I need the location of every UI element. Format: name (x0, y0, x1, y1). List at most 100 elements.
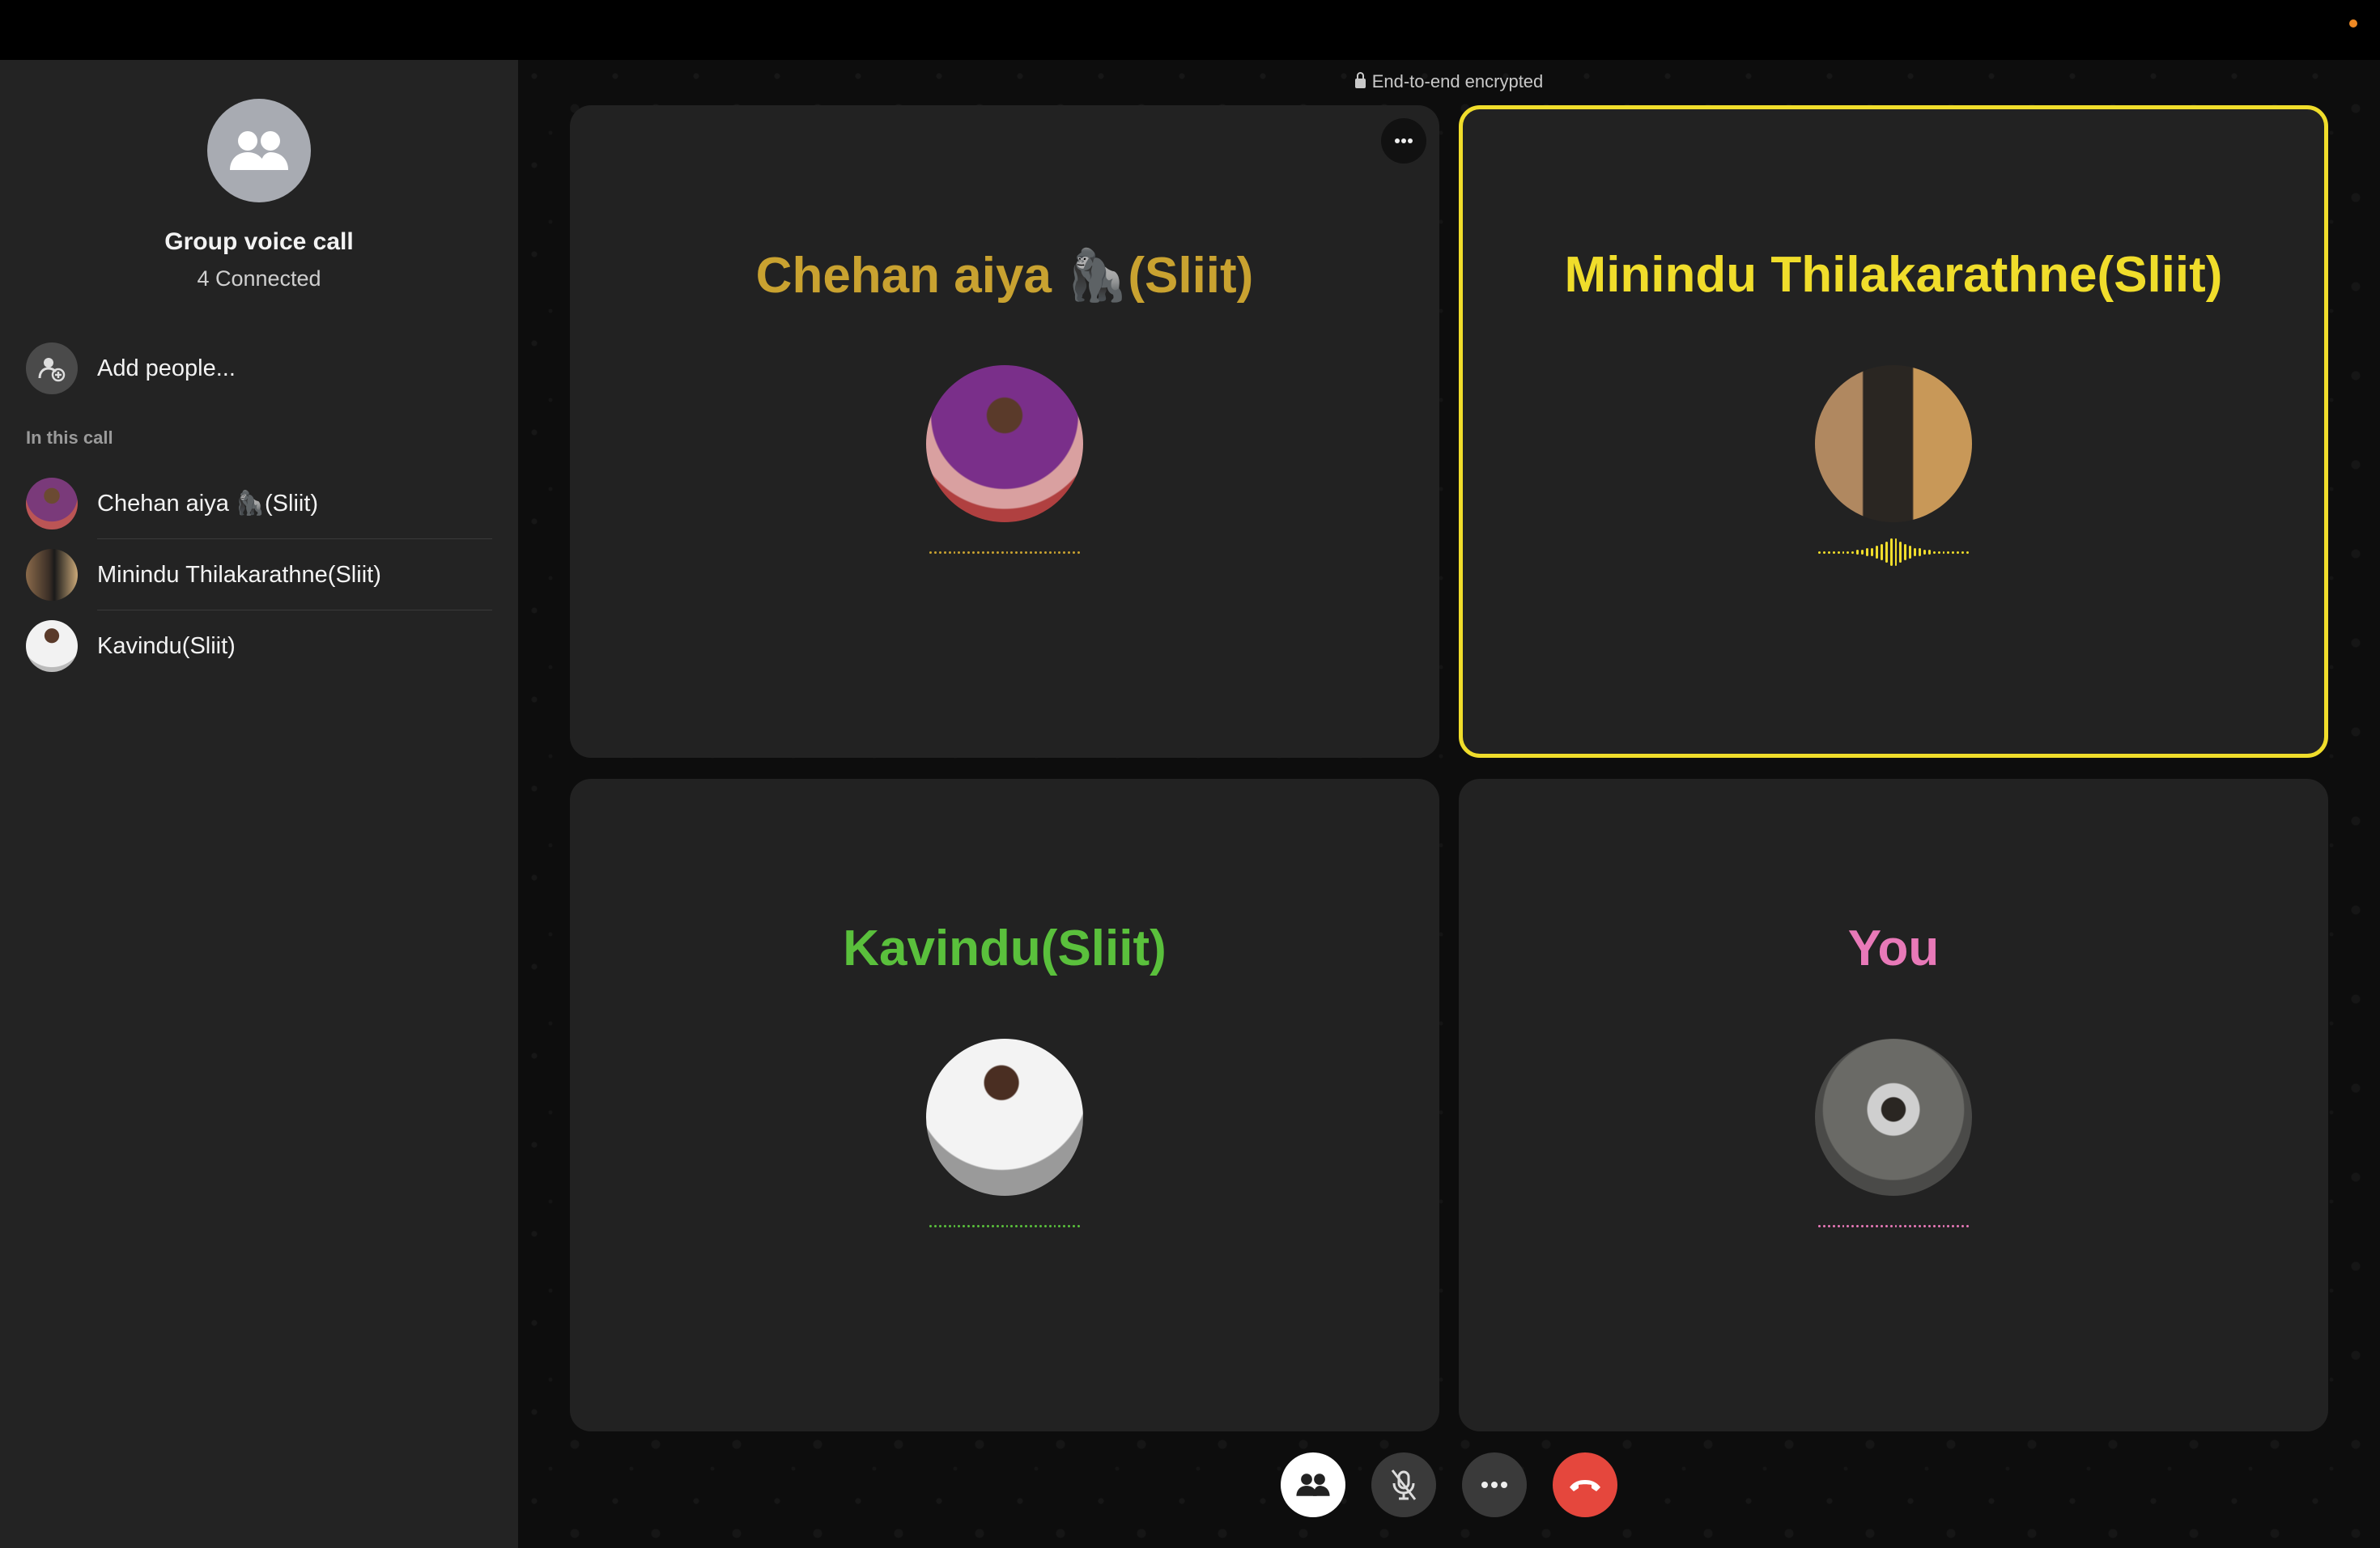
audio-bar (1010, 551, 1014, 554)
audio-bar (1010, 1224, 1014, 1227)
audio-bar (1847, 1224, 1850, 1227)
audio-bar (1015, 1224, 1018, 1227)
audio-bar (972, 1224, 975, 1227)
audio-bar (1919, 548, 1921, 556)
audio-bar (981, 1224, 984, 1227)
call-stage: End-to-end encrypted Chehan aiya 🦍(Sliit… (518, 60, 2380, 1548)
end-call-button[interactable] (1553, 1452, 1617, 1517)
audio-bar (986, 1224, 989, 1227)
audio-level-indicator (929, 1210, 1080, 1242)
audio-bar (1020, 1224, 1023, 1227)
audio-bar (1870, 548, 1873, 556)
audio-bar (1866, 548, 1868, 556)
audio-bar (1043, 551, 1047, 554)
audio-bar (943, 1224, 946, 1227)
audio-bar (1957, 1224, 1960, 1227)
audio-bar (1961, 1224, 1965, 1227)
mute-button[interactable] (1371, 1452, 1436, 1517)
audio-bar (967, 1224, 971, 1227)
audio-bar (1885, 542, 1888, 563)
audio-bar (981, 551, 984, 554)
audio-bar (1937, 551, 1940, 554)
audio-bar (1927, 1224, 1931, 1227)
audio-bar (1880, 544, 1883, 560)
audio-bar (1952, 1224, 1955, 1227)
audio-bar (1966, 1224, 1969, 1227)
audio-bar (1005, 1224, 1009, 1227)
audio-bar (1952, 551, 1955, 554)
audio-bar (1909, 1224, 1912, 1227)
audio-bar (953, 551, 956, 554)
audio-bar (1923, 550, 1926, 555)
audio-bar (972, 551, 975, 554)
audio-level-indicator (929, 536, 1080, 568)
people-icon (1296, 1474, 1330, 1496)
audio-bar (943, 551, 946, 554)
audio-bar (958, 551, 961, 554)
avatar (26, 620, 78, 672)
participants-button[interactable] (1281, 1452, 1345, 1517)
audio-bar (1919, 1224, 1921, 1227)
avatar (1815, 365, 1972, 522)
audio-bar (1851, 1224, 1855, 1227)
status-dot (2349, 19, 2357, 28)
audio-bar (1822, 1224, 1825, 1227)
audio-bar (958, 1224, 961, 1227)
audio-bar (1899, 542, 1902, 563)
ellipsis-icon (1481, 1482, 1507, 1488)
audio-bar (996, 1224, 999, 1227)
audio-bar (953, 1224, 956, 1227)
self-tile[interactable]: You (1459, 779, 2328, 1431)
audio-bar (1904, 544, 1907, 560)
tile-more-button[interactable] (1381, 118, 1426, 164)
audio-bar (1020, 551, 1023, 554)
participant-item[interactable]: Chehan aiya 🦍(Sliit) (26, 468, 492, 539)
audio-bar (1818, 551, 1821, 554)
audio-bar (1063, 551, 1066, 554)
audio-bar (1039, 1224, 1042, 1227)
audio-bar (1961, 551, 1965, 554)
audio-bar (1837, 1224, 1840, 1227)
audio-bar (1947, 1224, 1950, 1227)
audio-bar (1932, 1224, 1936, 1227)
audio-bar (1894, 1224, 1898, 1227)
audio-bar (996, 551, 999, 554)
audio-bar (1034, 1224, 1037, 1227)
people-icon (230, 131, 288, 170)
in-call-heading: In this call (26, 427, 113, 448)
participant-tile[interactable]: Chehan aiya 🦍(Sliit) (570, 105, 1439, 758)
more-options-button[interactable] (1462, 1452, 1527, 1517)
audio-bar (1832, 1224, 1835, 1227)
audio-bar (1025, 1224, 1028, 1227)
audio-bar (1966, 551, 1969, 554)
audio-bar (1030, 1224, 1032, 1227)
audio-bar (1063, 1224, 1066, 1227)
avatar (1815, 1039, 1972, 1196)
audio-bar (1942, 1224, 1945, 1227)
audio-bar (1842, 551, 1845, 554)
add-people-button[interactable]: Add people... (26, 342, 236, 395)
audio-bar (1030, 551, 1032, 554)
audio-bar (1885, 1224, 1888, 1227)
audio-bar (1923, 1224, 1926, 1227)
participant-tile[interactable]: Kavindu(Sliit) (570, 779, 1439, 1431)
audio-bar (929, 551, 932, 554)
encryption-notice: End-to-end encrypted (518, 71, 2380, 92)
audio-bar (1015, 551, 1018, 554)
audio-bar (1048, 551, 1052, 554)
avatar (26, 549, 78, 601)
audio-bar (1077, 1224, 1080, 1227)
participant-item[interactable]: Minindu Thilakarathne(Sliit) (26, 539, 492, 610)
tile-name: Chehan aiya 🦍(Sliit) (755, 248, 1254, 304)
participant-item[interactable]: Kavindu(Sliit) (26, 610, 492, 682)
audio-bar (1914, 548, 1917, 556)
audio-level-indicator (1818, 1210, 1969, 1242)
audio-bar (1870, 1224, 1873, 1227)
audio-bar (986, 551, 989, 554)
audio-bar (1880, 1224, 1883, 1227)
call-controls (518, 1452, 2380, 1517)
audio-bar (1068, 551, 1071, 554)
participant-tile-active[interactable]: Minindu Thilakarathne(Sliit) (1459, 105, 2328, 758)
participant-list: Chehan aiya 🦍(Sliit) Minindu Thilakarath… (26, 468, 492, 682)
add-person-icon (26, 342, 78, 394)
